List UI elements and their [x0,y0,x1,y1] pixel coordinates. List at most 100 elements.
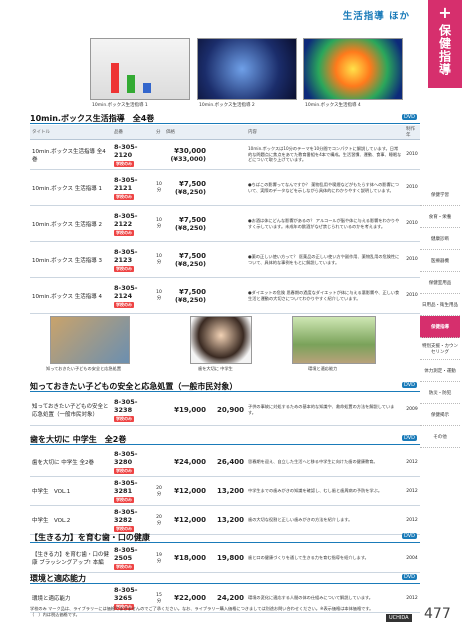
side-nav-item[interactable]: 体力測定・運動 [420,360,460,382]
price-text: ¥7,500 [178,287,206,296]
school-only-tag: 学校のみ [114,193,134,200]
school-only-tag: 学校のみ [114,160,134,167]
price-text: ¥7,500 [178,215,206,224]
table-row[interactable]: 10min.ボックス 生活指導 2 8-305-2122 学校のみ 10分 ¥7,… [30,205,420,242]
price-spacer [208,277,246,314]
dvd-badge: DVD [402,382,418,388]
table-row[interactable]: 歯を大切に 中学生 全2巻 8-305-3280 学校のみ ¥24,000 26,… [30,448,420,477]
price: ¥19,000 [164,395,208,426]
description: ●ダイエットの危険 思春期の過度なダイエットが体に与える悪影響や、正しい食生活と… [246,277,404,314]
price: ¥7,500 (¥8,250) [164,205,208,242]
side-nav-item[interactable]: 保健掲示 [420,404,460,426]
table-row[interactable]: 知っておきたい子どもの安全と応急処置（一般市民対象） 8-305-3238 学校の… [30,395,420,426]
table-row[interactable]: 10min.ボックス 生活指導 3 8-305-2123 学校のみ 10分 ¥7,… [30,241,420,278]
school-only-tag: 学校のみ [114,564,134,570]
table-row[interactable]: 10min.ボックス生活指導 全4巻 8-305-2120 学校のみ ¥30,00… [30,139,420,170]
side-nav-item[interactable]: 防災・防犯 [420,382,460,404]
product-code: 8-305-2121 学校のみ [112,169,154,206]
side-nav-item[interactable]: 保健学習 [420,184,460,206]
side-nav-item[interactable]: 健康診断 [420,228,460,250]
product-name: 【生きる力】を育む歯・口の健康 ブラッシングアップ! 本編 [30,544,112,573]
table-row[interactable]: 10min.ボックス 生活指導 1 8-305-2121 学校のみ 10分 ¥7,… [30,169,420,206]
product-code: 8-305-3281 学校のみ [112,476,154,506]
dvd-badge: DVD [402,574,418,580]
product-code: 8-305-3282 学校のみ [112,505,154,535]
column-header [208,125,246,140]
duration: 10分 [154,277,164,314]
description: 歯と口の健康づくりを通して生きる力を育む指導を紹介します。 [246,544,404,573]
school-only-tag: 学校のみ [114,265,134,272]
product-code-text: 8-305-3281 [114,479,138,495]
duration: 10分 [154,169,164,206]
page-number: 477 [424,606,451,622]
price-spacer [208,241,246,278]
side-nav-item[interactable]: その他 [420,426,460,448]
column-header: 制作年 [404,125,420,140]
product-name: 10min.ボックス 生活指導 3 [30,241,112,278]
duration: 10分 [154,241,164,278]
table-row[interactable]: 10min.ボックス 生活指導 4 8-305-2124 学校のみ 10分 ¥7,… [30,277,420,314]
product-name: 中学生 VOL.2 [30,505,112,535]
product-code: 8-305-2123 学校のみ [112,241,154,278]
duration [154,395,164,426]
table-row[interactable]: 【生きる力】を育む歯・口の健康 ブラッシングアップ! 本編 8-305-2505… [30,544,420,573]
price: ¥18,000 [164,544,208,573]
section-rule [30,444,420,445]
duration [154,448,164,477]
price: ¥30,000 (¥33,000) [164,139,208,170]
product-table: タイトル 品番 分 価格 内容 制作年 10min.ボックス生活指導 全4巻 8… [30,125,420,314]
price-tax: 26,400 [208,448,246,477]
duration: 20分 [154,476,164,506]
photo-caption: 知っておきたい子どもの安全と応急処置 [46,366,122,371]
product-code: 8-305-2124 学校のみ [112,277,154,314]
table-row[interactable]: 中学生 VOL.1 8-305-3281 学校のみ 20分 ¥12,000 13,… [30,476,420,506]
product-table: 知っておきたい子どもの安全と応急処置（一般市民対象） 8-305-3238 学校の… [30,395,420,426]
side-nav-item[interactable]: 食育・栄養 [420,206,460,228]
school-only-tag: 学校のみ [114,301,134,308]
description: ●薬の正しい使い方って？ 医薬品の正しい使い方や副作用、薬物乱用の危険性について… [246,241,404,278]
price-tax: 20,900 [208,395,246,426]
product-table: 【生きる力】を育む歯・口の健康 ブラッシングアップ! 本編 8-305-2505… [30,544,420,573]
price-text: ¥7,500 [178,179,206,188]
side-nav-item-active[interactable]: 保健指導 [420,316,460,338]
year: 2010 [404,205,420,242]
product-code-text: 8-305-3282 [114,508,138,524]
price: ¥12,000 [164,476,208,506]
side-nav-item[interactable]: 日用品・衛生用品 [420,294,460,316]
school-only-tag: 学校のみ [114,415,134,422]
product-code-text: 8-305-2123 [114,247,138,264]
price-spacer [208,205,246,242]
price-text: ¥30,000 [174,146,206,155]
side-nav-item[interactable]: 医療器機 [420,250,460,272]
duration [154,139,164,170]
year: 2004 [404,544,420,573]
price-tax: (¥33,000) [170,154,206,163]
photo-bar [111,63,119,93]
photo-bar [143,83,151,93]
price-spacer [208,169,246,206]
year: 2012 [404,448,420,477]
description: 思春期を迎え、自立した生活へと移る中学生に向けた歯の健康教育。 [246,448,404,477]
column-header: 価格 [164,125,208,140]
table-header-row: タイトル 品番 分 価格 内容 制作年 [30,125,420,140]
side-nav-item[interactable]: 特別支援・カウンセリング [420,338,460,360]
dvd-badge: DVD [402,114,418,120]
dvd-badge: DVD [402,435,418,441]
product-code-text: 8-305-2121 [114,175,138,192]
price-tax: 19,800 [208,544,246,573]
page-header: 生活指導 ほか [0,0,420,30]
section-rule [30,542,420,543]
category-tab[interactable]: + 保健指導 [428,0,462,88]
table-row[interactable]: 中学生 VOL.2 8-305-3282 学校のみ 20分 ¥12,000 13,… [30,505,420,535]
product-name: 歯を大切に 中学生 全2巻 [30,448,112,477]
chart-photo [90,38,190,100]
price-spacer [208,139,246,170]
duration: 10分 [154,205,164,242]
price-text: ¥7,500 [178,251,206,260]
product-code-text: 8-305-2505 [114,546,138,562]
product-name: 10min.ボックス 生活指導 4 [30,277,112,314]
year: 2010 [404,169,420,206]
side-nav-item[interactable]: 保健室用品 [420,272,460,294]
product-code-text: 8-305-2124 [114,283,138,300]
price: ¥7,500 (¥8,250) [164,241,208,278]
